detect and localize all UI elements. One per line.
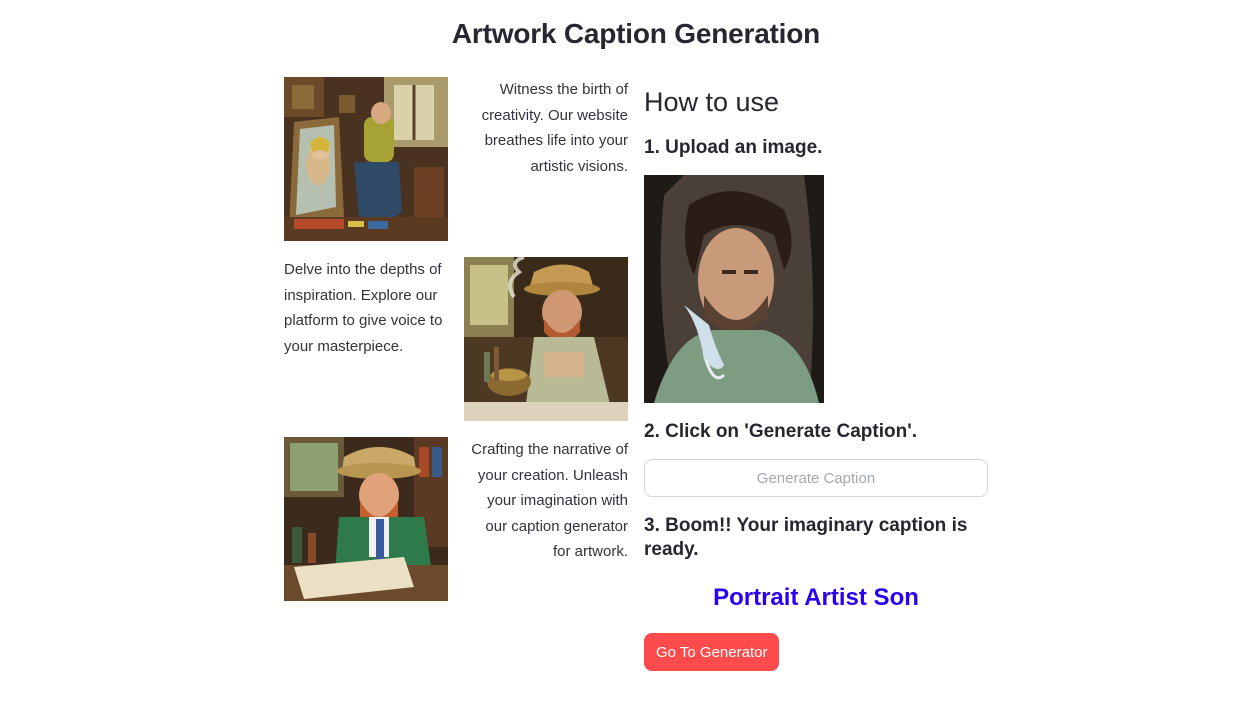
gallery-text-1: Witness the birth of creativity. Our web… [481,81,628,175]
generate-caption-button[interactable]: Generate Caption [644,459,988,497]
artwork-image-painter-at-easel [284,77,448,241]
how-to-use-section: How to use 1. Upload an image. 2. Click … [644,84,988,671]
generated-caption-result: Portrait Artist Son [713,584,919,611]
step-1-text: 1. Upload an image. [644,137,823,158]
go-to-generator-button[interactable]: Go To Generator [644,633,780,671]
how-to-use-heading: How to use [644,87,780,117]
artwork-image-man-writing [284,437,448,601]
step-3-text: 3. Boom!! Your imaginary caption is read… [644,515,968,560]
step-2-text: 2. Click on 'Generate Caption'. [644,421,917,442]
gallery-text-3: Crafting the narrative of your creation.… [471,441,628,561]
uploaded-portrait-image [644,175,824,403]
gallery-text-2: Delve into the depths of inspiration. Ex… [284,261,443,355]
artwork-image-man-with-pipe [464,257,628,421]
page-title: Artwork Caption Generation [451,18,821,49]
